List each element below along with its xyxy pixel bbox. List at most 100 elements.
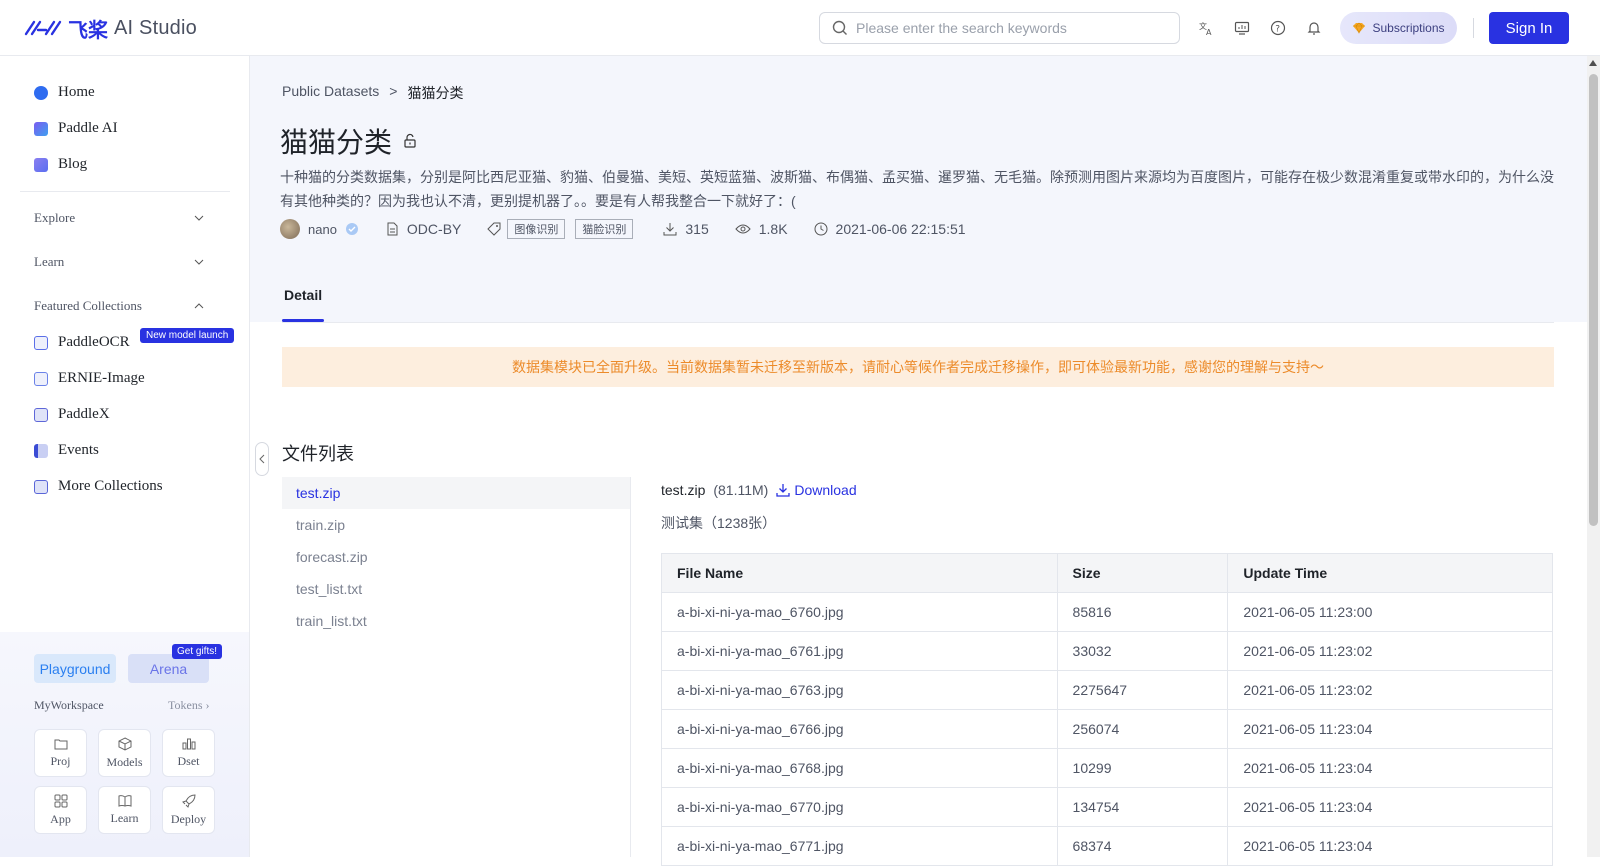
sidebar-item-paddlex[interactable]: PaddleX [34,406,110,423]
chevron-down-icon [194,259,204,265]
flag-icon [34,443,48,458]
sidebar-item-ernie-image[interactable]: ERNIE-Image [34,370,145,387]
section-label: Learn [34,254,65,269]
sidebar-item-label: PaddleOCR [58,334,130,350]
search-icon [832,20,847,35]
license-text: ODC-BY [406,221,462,237]
rocket-icon [181,793,196,808]
sidebar-section-learn[interactable]: Learn [34,254,204,270]
new-model-badge: New model launch [140,328,235,343]
image-icon [34,371,48,386]
gifts-badge: Get gifts! [172,644,223,659]
file-name-cell: a-bi-xi-ni-ya-mao_6763.jpg [661,670,1058,710]
clock-icon [814,222,828,236]
selected-file-header: test.zip (81.11M) Download [661,482,857,498]
breadcrumb-parent[interactable]: Public Datasets [282,83,379,103]
time-cell: 2021-06-05 11:23:02 [1227,670,1553,710]
tile-label: Deploy [170,811,207,826]
tile-label: Dset [177,753,200,768]
sidebar-section-explore[interactable]: Explore [34,210,204,226]
file-name-cell: a-bi-xi-ni-ya-mao_6761.jpg [661,631,1058,671]
bell-icon[interactable] [1304,18,1324,38]
file-name-cell: a-bi-xi-ni-ya-mao_6760.jpg [661,592,1058,632]
document-icon [387,222,398,236]
paddle-logo-icon: 飞桨 [24,14,108,43]
workspace-tile-proj[interactable]: Proj [34,729,87,777]
search-input[interactable] [856,20,1156,36]
sidebar-item-paddleocr[interactable]: PaddleOCR [34,334,130,351]
migration-notice: 数据集模块已全面升级。当前数据集暂未迁移至新版本，请耐心等候作者完成迁移操作，即… [282,347,1554,387]
column-header: Size [1056,553,1229,593]
view-count: 1.8K [758,221,788,237]
sidebar-item-home[interactable]: Home [34,84,95,101]
time-cell: 2021-06-05 11:23:00 [1227,592,1553,632]
tag[interactable]: 图像识别 [507,219,566,239]
paddleocr-icon [34,335,48,350]
verified-badge-icon [345,223,358,235]
sidebar-item-events[interactable]: Events [34,442,99,459]
paddlex-icon [34,407,48,422]
workspace-tile-deploy[interactable]: Deploy [162,786,215,834]
section-label: Featured Collections [34,298,142,313]
translate-icon[interactable]: 文A [1196,18,1216,38]
sidebar-item-label: Blog [58,156,88,172]
workspace-tile-models[interactable]: Models [98,729,151,777]
playground-button[interactable]: Playground [34,654,116,683]
column-header: File Name [661,553,1058,593]
update-time: 2021-06-06 22:15:51 [814,221,966,237]
apps-icon [54,794,67,807]
download-button[interactable]: Download [776,482,857,498]
sidebar-item-paddle-ai[interactable]: Paddle AI [34,120,118,137]
size-cell: 256074 [1056,709,1229,749]
column-header: Update Time [1227,553,1553,593]
download-count-icon [663,223,677,236]
download-count: 315 [685,221,709,237]
scroll-up-arrow-icon[interactable] [1589,60,1597,66]
workspace-tile-dset[interactable]: Dset [162,729,215,777]
chevron-left-icon [259,454,265,464]
sidebar-item-blog[interactable]: Blog [34,156,87,173]
help-icon[interactable]: ? [1268,18,1288,38]
tag[interactable]: 猫脸识别 [575,219,634,239]
subscriptions-button[interactable]: Subscriptions [1340,12,1457,44]
file-list-item[interactable]: train.zip [282,509,630,541]
subscriptions-label: Subscriptions [1372,21,1445,35]
monitor-icon[interactable] [1232,18,1252,38]
file-list-item[interactable]: train_list.txt [282,605,630,637]
file-list-item[interactable]: test.zip [282,477,630,509]
folder-icon [54,739,67,749]
workspace-tile-learn[interactable]: Learn [98,786,151,834]
collection-icon [34,479,48,494]
sidebar-divider [20,191,230,192]
file-list-item[interactable]: forecast.zip [282,541,630,573]
update-time-text: 2021-06-06 22:15:51 [835,221,966,237]
table-row: a-bi-xi-ni-ya-mao_6761.jpg 33032 2021-06-0… [661,631,1553,671]
tokens-label: Tokens [168,698,203,712]
file-list-title: 文件列表 [282,444,354,464]
sidebar-section-featured[interactable]: Featured Collections [34,298,204,314]
sidebar-item-more-collections[interactable]: More Collections [34,478,163,495]
table-row: a-bi-xi-ni-ya-mao_6771.jpg 68374 2021-06-0… [661,826,1553,866]
sign-in-button[interactable]: Sign In [1489,12,1569,44]
page-scrollbar[interactable] [1587,56,1600,857]
author[interactable]: nano [280,219,359,239]
scrollbar-thumb[interactable] [1589,74,1598,526]
logo-text: AI Studio [114,17,197,39]
tile-label: Proj [50,753,71,768]
workspace-tile-app[interactable]: App [34,786,87,834]
file-list-item[interactable]: test_list.txt [282,573,630,605]
sidebar-item-label: PaddleX [58,406,110,422]
collapse-sidebar-button[interactable] [255,442,269,476]
tokens-link[interactable]: Tokens › [168,698,210,713]
size-cell: 2275647 [1056,670,1229,710]
blog-icon [34,157,48,172]
bar-chart-icon [182,738,195,749]
size-cell: 85816 [1056,592,1229,632]
page-title-row: 猫猫分类 [280,121,418,161]
dataset-meta: nano ODC-BY 图像识别 猫脸识别 315 1.8K 2021-06-0… [280,219,992,239]
logo[interactable]: 飞桨 AI Studio [24,14,197,43]
author-name: nano [308,221,337,237]
file-table: File Name Size Update Time a-bi-xi-ni-ya… [661,553,1553,866]
tab-detail[interactable]: Detail [284,287,322,303]
search-box[interactable] [819,12,1180,44]
